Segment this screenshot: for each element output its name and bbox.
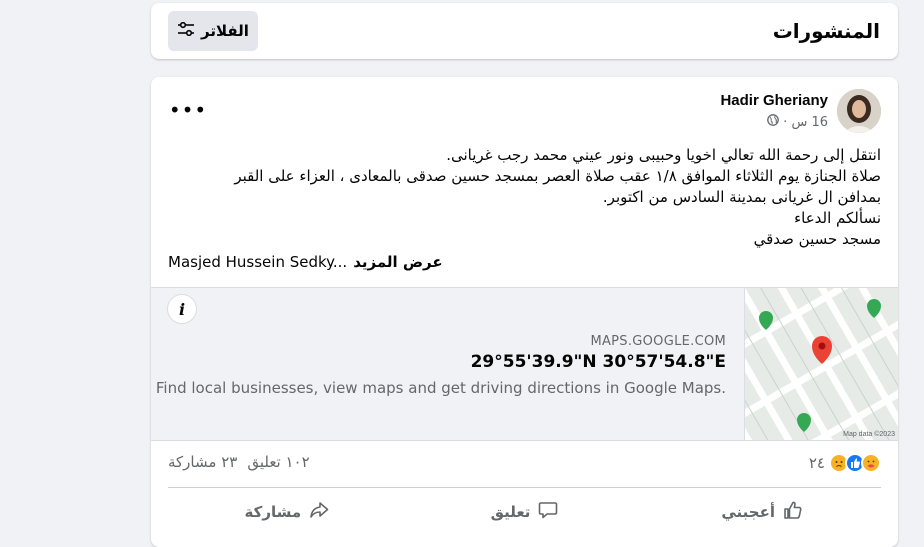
shares-count[interactable]: ٢٣ مشاركة — [168, 453, 237, 471]
more-options-button[interactable]: ••• — [169, 95, 206, 125]
post-time[interactable]: 16 س — [791, 115, 828, 130]
share-label: مشاركة — [244, 503, 302, 521]
posts-header-card: المنشورات الفلاتر — [151, 3, 898, 59]
filters-label: الفلاتر — [201, 22, 249, 40]
post-text: انتقل إلى رحمة الله تعالي اخويا وحبيبى و… — [168, 145, 881, 250]
post-text-line: نسألكم الدعاء — [794, 209, 881, 227]
share-arrow-icon — [309, 500, 329, 524]
link-domain: MAPS.GOOGLE.COM — [590, 334, 726, 349]
map-attribution: Map data ©2023 — [843, 431, 895, 438]
globe-icon — [767, 114, 780, 130]
filters-button[interactable]: الفلاتر — [168, 11, 258, 51]
comment-button[interactable]: تعليق — [406, 492, 644, 532]
post-actions: أعجبني تعليق مشاركة — [168, 492, 881, 532]
post-text-line: انتقل إلى رحمة الله تعالي اخويا وحبيبى و… — [446, 146, 881, 164]
link-title[interactable]: 29°55'39.9"N 30°57'54.8"E — [471, 352, 726, 372]
comment-bubble-icon — [538, 500, 558, 524]
page-title: المنشورات — [772, 19, 880, 43]
see-more-line: Masjed Hussein Sedky... عرض المزيد — [168, 253, 443, 271]
like-label: أعجبني — [721, 503, 775, 521]
comment-label: تعليق — [490, 503, 531, 521]
post-meta: 16 س · — [767, 114, 828, 130]
comments-shares-summary: ١٠٢ تعليق ٢٣ مشاركة — [168, 453, 310, 471]
meta-separator: · — [783, 114, 788, 130]
comments-count[interactable]: ١٠٢ تعليق — [247, 453, 309, 471]
care-reaction-icon — [861, 453, 881, 473]
post-text-line: مسجد حسين صدقي — [753, 230, 881, 248]
see-more-link[interactable]: عرض المزيد — [353, 253, 442, 271]
post-text-line: بمدافن ال غريانى بمدينة السادس من اكتوبر… — [602, 188, 881, 206]
link-description: Find local businesses, view maps and get… — [155, 379, 726, 397]
engagement-counts: ٢٤ ١٠٢ تعليق ٢٣ مشاركة — [168, 453, 881, 477]
actions-divider — [168, 487, 881, 488]
thumbs-up-icon — [783, 500, 803, 524]
post-card: Hadir Gheriany 16 س · ••• انتقل إلى رحمة… — [151, 77, 898, 547]
reactions-summary[interactable]: ٢٤ — [809, 453, 881, 473]
post-text-truncated: Masjed Hussein Sedky... — [168, 253, 348, 271]
sliders-icon — [177, 21, 195, 40]
reaction-icons — [829, 453, 881, 473]
map-thumbnail[interactable]: Map data ©2023 — [744, 288, 898, 440]
share-button[interactable]: مشاركة — [168, 492, 406, 532]
post-text-line: صلاة الجنازة يوم الثلاثاء الموافق ١/٨ عق… — [234, 167, 881, 185]
reactions-count: ٢٤ — [808, 454, 825, 472]
link-preview[interactable]: i MAPS.GOOGLE.COM 29°55'39.9"N 30°57'54.… — [151, 287, 898, 441]
info-icon[interactable]: i — [167, 294, 197, 324]
author-avatar[interactable] — [837, 89, 881, 133]
author-name[interactable]: Hadir Gheriany — [720, 92, 828, 109]
like-button[interactable]: أعجبني — [643, 492, 881, 532]
